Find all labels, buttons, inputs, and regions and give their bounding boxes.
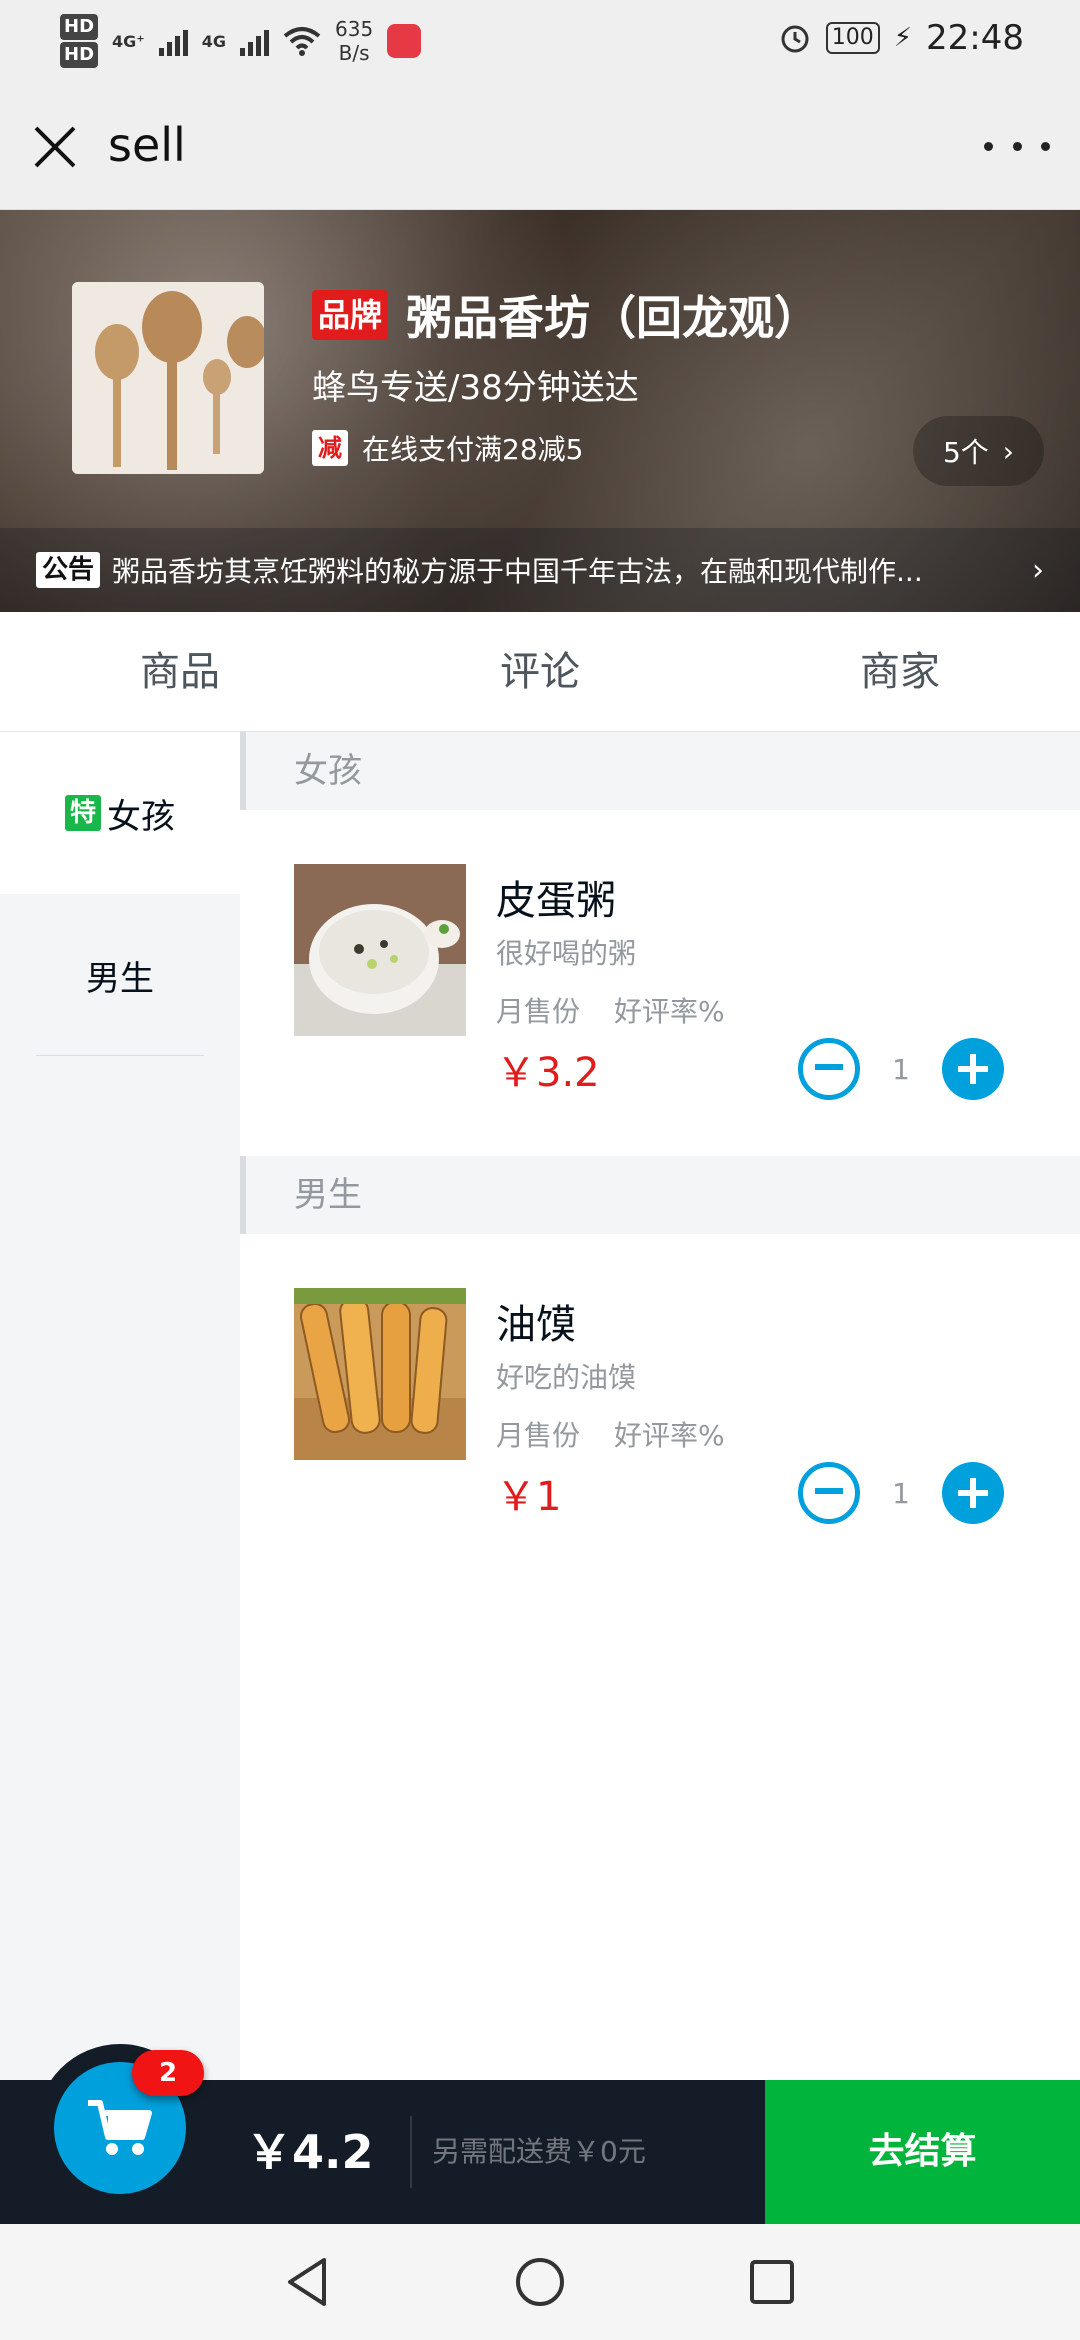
charging-icon: ⚡ [893, 23, 913, 53]
food-item[interactable]: 皮蛋粥 很好喝的粥 月售份 好评率% ￥3.2 1 [240, 810, 1080, 1156]
food-sell-count: 月售份 [496, 995, 581, 1028]
menu-item-label: 男生 [86, 958, 154, 999]
app-notification-icon [387, 24, 422, 58]
food-name: 皮蛋粥 [496, 878, 616, 924]
increase-button[interactable] [942, 1038, 1004, 1100]
tab-ratings[interactable]: 评论 [360, 612, 720, 731]
food-description: 很好喝的粥 [496, 937, 637, 970]
special-icon: 特 [65, 795, 101, 831]
support-count-button[interactable]: 5个 › [912, 416, 1044, 486]
food-rating: 好评率% [614, 1419, 725, 1452]
decrease-button[interactable] [798, 1462, 860, 1524]
menu-item-label: 女孩 [107, 796, 175, 837]
seller-avatar[interactable] [72, 282, 264, 474]
cart-total-price: ￥4.2 [246, 2116, 412, 2188]
tab-seller[interactable]: 商家 [720, 612, 1080, 731]
menu-item-boys[interactable]: 男生 [0, 894, 240, 1056]
tab-goods[interactable]: 商品 [0, 612, 360, 731]
more-icon-dot [1012, 141, 1022, 151]
item-count: 1 [892, 1476, 910, 1510]
status-time: 22:48 [926, 18, 1024, 58]
menu-sidebar[interactable]: 特 女孩 男生 [0, 732, 240, 2080]
network-type-1: 4G⁺ [112, 31, 145, 51]
food-price: ￥1 [496, 1474, 562, 1520]
net-speed: 635 B/s [335, 17, 373, 65]
food-extra: 月售份 好评率% [496, 1414, 725, 1454]
wifi-icon [283, 27, 321, 56]
menu-item-girls[interactable]: 特 女孩 [0, 732, 240, 894]
food-photo [294, 864, 466, 1036]
system-nav-bar [0, 2224, 1080, 2340]
network-type-2: 4G [201, 31, 226, 51]
cart-icon [88, 2100, 152, 2155]
cart-control: 1 [798, 1038, 1004, 1100]
cart-count-badge: 2 [132, 2050, 204, 2096]
seller-name-row: 品牌 粥品香坊（回龙观） [312, 282, 820, 348]
close-icon [34, 126, 76, 168]
food-image [294, 864, 466, 1036]
decrease-button[interactable] [798, 1038, 860, 1100]
food-sell-count: 月售份 [496, 1419, 581, 1452]
cart-control: 1 [798, 1462, 1004, 1524]
signal-icon [158, 26, 188, 56]
increase-button[interactable] [942, 1462, 1004, 1524]
item-count: 1 [892, 1052, 910, 1086]
net-speed-unit: B/s [338, 41, 370, 65]
seller-avatar-image [72, 282, 264, 474]
top-bar: sell [0, 84, 1080, 210]
recents-icon[interactable] [744, 2254, 800, 2310]
food-item[interactable]: 油馍 好吃的油馍 月售份 好评率% ￥1 1 [240, 1234, 1080, 1580]
group-title: 男生 [240, 1156, 1080, 1234]
food-list[interactable]: 女孩 皮蛋粥 很好喝的粥 月售份 好评率% ￥3.2 1 男生 油馍 好吃的油馍… [240, 732, 1080, 2080]
net-speed-value: 635 [335, 17, 374, 41]
chevron-right-icon: › [1032, 552, 1044, 588]
chevron-right-icon: › [1002, 434, 1014, 468]
brand-badge: 品牌 [312, 290, 389, 340]
support-text: 在线支付满28减5 [362, 433, 584, 466]
food-price: ￥3.2 [496, 1050, 600, 1096]
discount-icon: 减 [312, 430, 348, 466]
signal-icon-2 [240, 26, 269, 56]
delivery-fee: 另需配送费￥0元 [432, 2135, 646, 2168]
back-icon[interactable] [280, 2254, 336, 2310]
food-image [294, 1288, 466, 1460]
seller-header: 品牌 粥品香坊（回龙观） 蜂鸟专送/38分钟送达 减 在线支付满28减5 5个 … [0, 210, 1080, 612]
food-rating: 好评率% [614, 995, 725, 1028]
more-icon-dot [984, 141, 993, 151]
tab-bar: 商品 评论 商家 [0, 612, 1080, 732]
delivery-info: 蜂鸟专送/38分钟送达 [312, 368, 639, 408]
status-left: HD HD 4G⁺ 4G 635 B/s [60, 12, 422, 70]
more-button[interactable] [984, 126, 1050, 166]
goods-area: 特 女孩 男生 女孩 皮蛋粥 很好喝的粥 月售份 好评率% ￥3.2 1 男生 … [0, 732, 1080, 2080]
bulletin-bar[interactable]: 公告 粥品香坊其烹饪粥料的秘方源于中国千年古法，在融和现代制作... › [0, 528, 1080, 612]
more-icon-dot [1041, 141, 1050, 151]
page-title: sell [108, 118, 186, 172]
shopcart-bar: 2 ￥4.2 另需配送费￥0元 去结算 [0, 2044, 1080, 2224]
food-description: 好吃的油馍 [496, 1361, 637, 1394]
home-icon[interactable] [512, 2254, 568, 2310]
bulletin-text: 粥品香坊其烹饪粥料的秘方源于中国千年古法，在融和现代制作... [112, 555, 923, 588]
battery-indicator: 100 [825, 22, 880, 54]
food-photo [294, 1288, 466, 1460]
support-count: 5个 [942, 436, 989, 469]
food-extra: 月售份 好评率% [496, 990, 725, 1030]
hd-icon: HD HD [60, 12, 99, 70]
food-name: 油馍 [496, 1302, 576, 1348]
group-title: 女孩 [240, 732, 1080, 810]
status-right: 100 ⚡ 22:48 [778, 18, 1024, 58]
menu-divider [36, 1055, 204, 1056]
close-button[interactable] [28, 120, 82, 174]
status-bar: HD HD 4G⁺ 4G 635 B/s 100 ⚡ 22:48 [0, 0, 1080, 84]
checkout-button[interactable]: 去结算 [765, 2080, 1080, 2224]
bulletin-badge: 公告 [36, 552, 101, 588]
support-info: 减 在线支付满28减5 [312, 428, 583, 468]
alarm-icon [781, 25, 809, 53]
seller-name: 粥品香坊（回龙观） [406, 291, 821, 345]
